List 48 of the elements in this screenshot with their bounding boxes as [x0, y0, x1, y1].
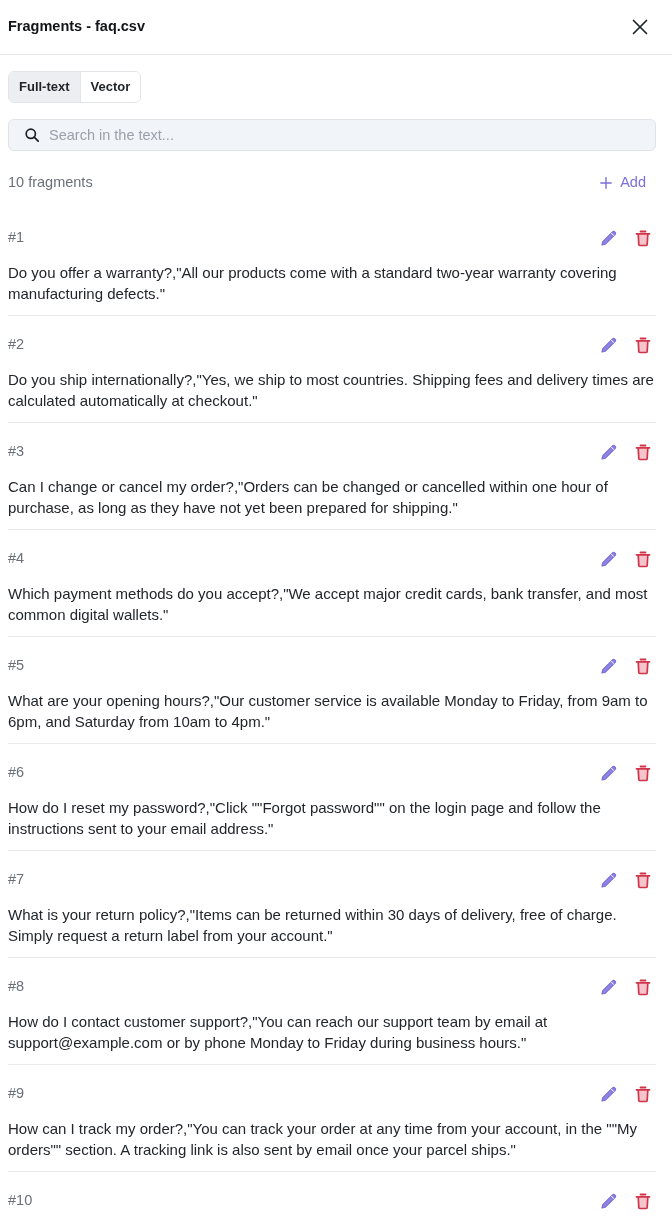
mode-tab[interactable]: Vector: [79, 72, 141, 102]
pencil-icon: [600, 764, 618, 782]
fragment-number: #10: [8, 1191, 33, 1211]
fragment-text: How can I track my order?,"You can track your order at any time from your account, in the ""My orders"" section. A tracking link is also sent by email once your parcel ships.": [8, 1119, 638, 1160]
pencil-icon: [600, 1192, 618, 1210]
trash-icon: [634, 978, 652, 996]
fragment-number: #7: [8, 870, 25, 890]
fragment-text: What are your opening hours?,"Our customer service is available Monday to Friday, from 9am to 6pm, and Saturday from 10am to 4pm.": [8, 691, 649, 732]
trash-icon: [634, 443, 652, 461]
fragment-number: #6: [8, 763, 25, 783]
fragment-count: 10 fragments: [8, 173, 93, 193]
trash-icon: [634, 1085, 652, 1103]
pencil-icon: [600, 978, 618, 996]
fragment-text: Can I change or cancel my order?,"Orders can be changed or cancelled within one hour of purchase, as long as they have not yet been prepared for shipping.": [8, 477, 609, 518]
trash-icon: [634, 764, 652, 782]
fragment-number: #8: [8, 977, 25, 997]
fragment-number: #4: [8, 549, 25, 569]
mode-tab[interactable]: Full-text: [9, 72, 80, 102]
fragment-text: Do you ship internationally?,"Yes, we ship to most countries. Shipping fees and delivery times are calculated automatically at checkout.": [8, 370, 655, 411]
fragment-number: #9: [8, 1084, 25, 1104]
fragment-text: What is your return policy?,"Items can be returned within 30 days of delivery, free of charge. Simply request a return label from your account.": [8, 905, 618, 946]
search-field[interactable]: Search in the text...: [8, 119, 656, 151]
plus-icon: [600, 177, 613, 189]
pencil-icon: [600, 657, 618, 675]
trash-icon: [634, 657, 652, 675]
fragment-text: How do I reset my password?,"Click ""Forgot password"" on the login page and follow the instructions sent to your email address.": [8, 798, 602, 839]
pencil-icon: [600, 229, 618, 247]
pencil-icon: [600, 336, 618, 354]
fragment-number: #3: [8, 442, 25, 462]
close-icon: [632, 19, 648, 35]
fragment-number: #1: [8, 228, 25, 248]
fragment-number: #2: [8, 335, 25, 355]
fragment-text: How do I contact customer support?,"You can reach our support team by email at support@example.com or by phone Monday to Friday during business hours.": [8, 1012, 549, 1053]
pencil-icon: [600, 443, 618, 461]
fragment-number: #5: [8, 656, 25, 676]
trash-icon: [634, 871, 652, 889]
add-button[interactable]: Add: [600, 171, 656, 195]
pencil-icon: [600, 1085, 618, 1103]
fragment-text: Do you offer a warranty?,"All our products come with a standard two-year warranty covering manufacturing defects.": [8, 263, 618, 304]
trash-icon: [634, 1192, 652, 1210]
pencil-icon: [600, 550, 618, 568]
trash-icon: [634, 229, 652, 247]
window-title: Fragments - faq.csv: [8, 18, 145, 36]
fragment-text: Which payment methods do you accept?,"We accept major credit cards, bank transfer, and most common digital wallets.": [8, 584, 649, 625]
trash-icon: [634, 550, 652, 568]
pencil-icon: [600, 871, 618, 889]
search-icon: [25, 128, 39, 142]
trash-icon: [634, 336, 652, 354]
